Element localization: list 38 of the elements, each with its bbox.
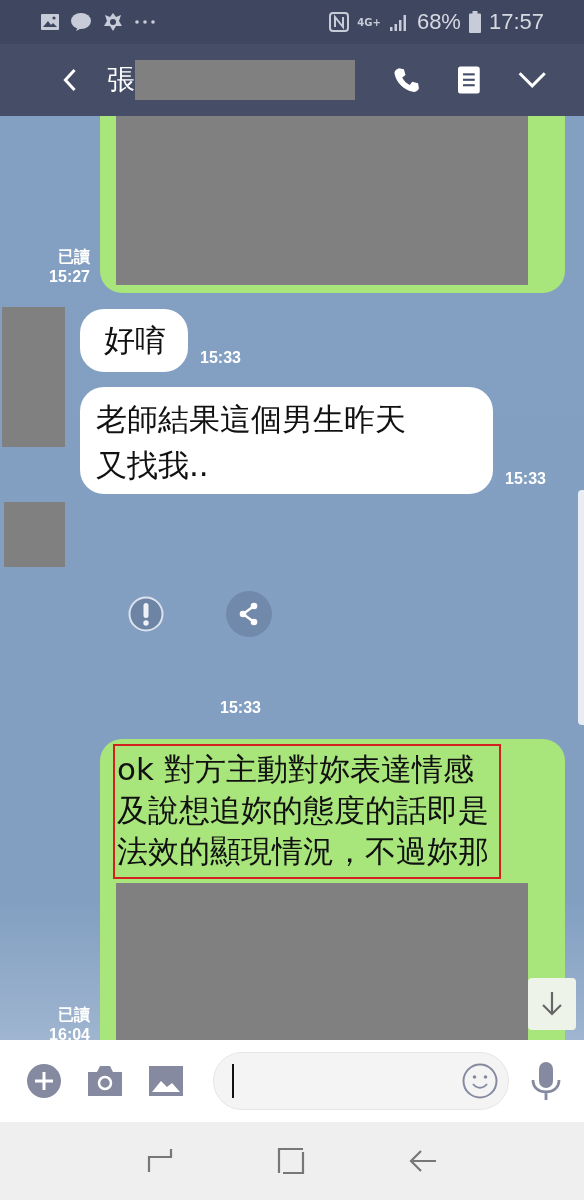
gallery-icon bbox=[40, 13, 60, 31]
microphone-icon[interactable] bbox=[531, 1062, 561, 1100]
nfc-icon bbox=[329, 12, 350, 32]
contact-name: 張 bbox=[107, 62, 136, 98]
scroll-down-button[interactable] bbox=[528, 978, 576, 1030]
read-receipt: 已讀 bbox=[58, 1005, 90, 1025]
camera-icon[interactable] bbox=[88, 1066, 122, 1096]
recent-apps-icon[interactable] bbox=[147, 1148, 173, 1174]
back-icon[interactable] bbox=[409, 1149, 437, 1173]
shield-icon bbox=[102, 12, 124, 32]
smiley-icon[interactable] bbox=[462, 1063, 498, 1099]
scrollbar[interactable] bbox=[578, 490, 584, 725]
timestamp: 15:27 bbox=[49, 267, 90, 287]
image-icon[interactable] bbox=[149, 1066, 183, 1096]
timestamp: 15:33 bbox=[505, 470, 546, 488]
network-label: 4G+ bbox=[357, 16, 381, 28]
alert-icon[interactable] bbox=[128, 596, 164, 632]
battery-percent: 68% bbox=[416, 9, 461, 35]
read-receipt: 已讀 bbox=[58, 247, 90, 267]
timestamp: 15:33 bbox=[220, 699, 262, 717]
notes-icon[interactable] bbox=[457, 64, 480, 96]
share-icon[interactable] bbox=[226, 591, 272, 637]
timestamp: 15:33 bbox=[200, 349, 241, 367]
message-bubble: 好唷 bbox=[80, 309, 188, 372]
plus-icon[interactable] bbox=[27, 1064, 61, 1098]
timestamp: 16:04 bbox=[49, 1025, 90, 1040]
battery-icon bbox=[468, 11, 481, 33]
back-icon[interactable] bbox=[62, 66, 78, 94]
arrow-down-icon bbox=[541, 991, 563, 1017]
chevron-down-icon[interactable] bbox=[517, 70, 546, 90]
message-text: ok 對方主動對妳表達情感及說想追妳的態度的話即是法效的顯現情況，不過妳那 bbox=[113, 744, 501, 879]
text-caret bbox=[232, 1064, 234, 1098]
chat-bubble-icon bbox=[70, 12, 92, 32]
more-icon bbox=[134, 19, 156, 25]
home-icon[interactable] bbox=[277, 1147, 305, 1175]
message-bubble: 老師結果這個男生昨天又找我.. bbox=[80, 387, 493, 494]
signal-icon bbox=[388, 13, 409, 31]
clock: 17:57 bbox=[488, 9, 544, 35]
